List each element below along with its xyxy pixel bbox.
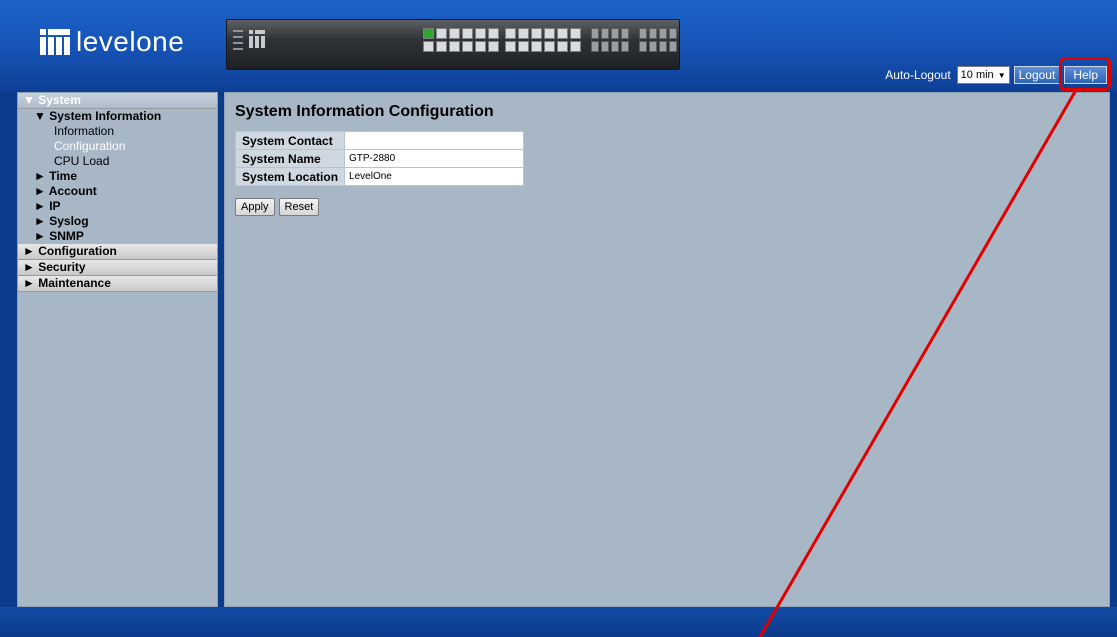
nav-system[interactable]: ▼ System bbox=[18, 93, 217, 109]
switch-front-panel-image bbox=[226, 19, 680, 70]
nav-security[interactable]: ► Security bbox=[18, 260, 217, 276]
footer-bar bbox=[0, 607, 1117, 637]
nav-cpu-load[interactable]: CPU Load bbox=[18, 154, 217, 169]
nav-system-information[interactable]: ▼ System Information bbox=[18, 109, 217, 124]
nav-configuration[interactable]: ► Configuration bbox=[18, 244, 217, 260]
nav-time[interactable]: ► Time bbox=[18, 169, 217, 184]
apply-button[interactable]: Apply bbox=[235, 198, 275, 216]
page-title: System Information Configuration bbox=[235, 103, 494, 120]
system-info-form: System Contact System Name System Locati… bbox=[234, 131, 525, 186]
auto-logout-select[interactable]: 10 min ▼ bbox=[956, 66, 1010, 84]
nav-information[interactable]: Information bbox=[18, 124, 217, 139]
system-contact-label: System Contact bbox=[234, 131, 346, 150]
brand-name: levelone bbox=[76, 26, 185, 57]
levelone-logo-icon bbox=[40, 29, 70, 55]
system-name-input[interactable] bbox=[345, 152, 520, 165]
switch-brand-mark bbox=[233, 26, 275, 56]
nav-ip[interactable]: ► IP bbox=[18, 199, 217, 214]
header-banner: levelone Auto-Logout 10 min ▼ Logout Hel… bbox=[0, 0, 1117, 92]
form-actions: Apply Reset bbox=[235, 198, 320, 216]
system-location-input[interactable] bbox=[345, 170, 520, 183]
reset-button[interactable]: Reset bbox=[278, 198, 320, 216]
chevron-down-icon: ▼ bbox=[997, 70, 1006, 80]
logout-button[interactable]: Logout bbox=[1013, 66, 1061, 84]
auto-logout-label: Auto-Logout bbox=[885, 68, 951, 82]
auto-logout-value: 10 min bbox=[960, 69, 994, 81]
nav-syslog[interactable]: ► Syslog bbox=[18, 214, 217, 229]
form-row-name: System Name bbox=[234, 149, 525, 168]
system-contact-input[interactable] bbox=[345, 134, 520, 147]
nav-account[interactable]: ► Account bbox=[18, 184, 217, 199]
switch-ports bbox=[423, 28, 677, 52]
left-nav-menu: ▼ System ▼ System Information Informatio… bbox=[17, 92, 218, 607]
form-row-location: System Location bbox=[234, 167, 525, 186]
form-row-contact: System Contact bbox=[234, 131, 525, 150]
levelone-logo: levelone bbox=[40, 24, 184, 60]
help-button[interactable]: Help bbox=[1064, 66, 1107, 84]
main-content-panel: System Information Configuration System … bbox=[224, 92, 1110, 607]
nav-maintenance[interactable]: ► Maintenance bbox=[18, 276, 217, 292]
system-location-label: System Location bbox=[234, 167, 346, 186]
session-toolbar: Auto-Logout 10 min ▼ Logout Help bbox=[885, 65, 1107, 85]
nav-configuration-current[interactable]: Configuration bbox=[18, 139, 217, 154]
nav-snmp[interactable]: ► SNMP bbox=[18, 229, 217, 244]
system-name-label: System Name bbox=[234, 149, 346, 168]
